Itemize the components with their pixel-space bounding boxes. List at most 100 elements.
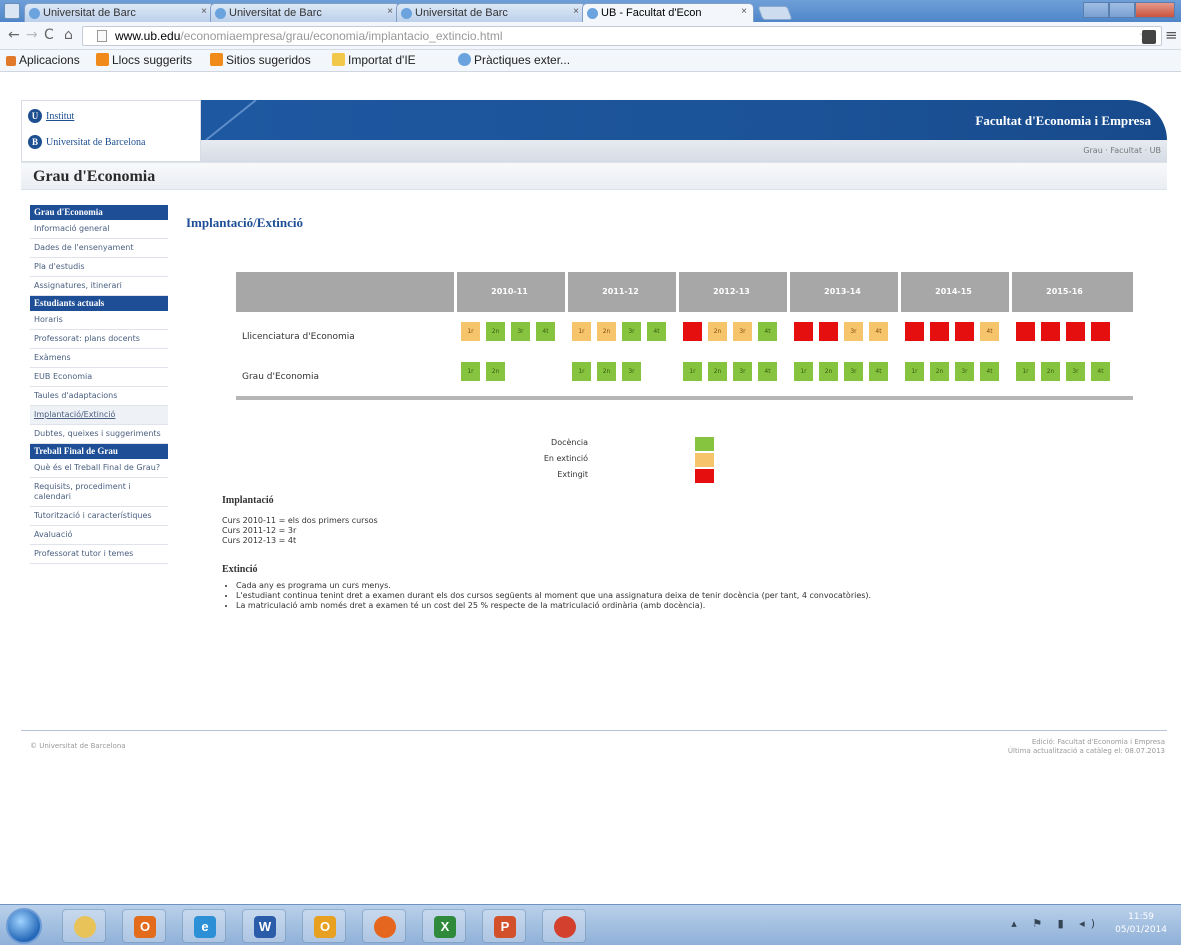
status-cell: 3r [844,322,863,341]
bookmark-label: Importat d'IE [348,53,416,67]
taskbar-app-button[interactable]: e [182,909,226,943]
legend-label: Docència [551,438,588,447]
legend-swatch [695,469,714,483]
faculty-title[interactable]: Facultat d'Economia i Empresa [975,113,1151,129]
clock[interactable]: 11:59 05/01/2014 [1115,911,1167,937]
sidebar-item[interactable]: EUB Economia [30,368,168,387]
address-bar[interactable]: www.ub.edu/economiaempresa/grau/economia… [82,26,1162,46]
header-links[interactable]: Grau · Facultat · UB [1083,146,1161,155]
close-window-button[interactable] [1135,2,1175,18]
browser-tab-active[interactable]: UB - Facultat d'Econ × [582,3,754,22]
legend-swatch [695,437,714,451]
sidebar-item[interactable]: Exàmens [30,349,168,368]
bookmark-llocs-suggerits[interactable]: Llocs suggerits [96,53,192,67]
status-cell: 4t [758,322,777,341]
folder-icon [332,53,345,66]
taskbar-app-button[interactable]: P [482,909,526,943]
bookmark-apps[interactable]: Aplicacions [6,53,80,67]
close-tab-icon[interactable]: × [201,6,207,17]
sidebar-item[interactable]: Requisits, procediment i calendari [30,478,168,507]
explorer-icon [74,916,96,938]
status-cell [905,322,924,341]
browser-tab-bar: Universitat de Barc × Universitat de Bar… [0,0,1181,22]
clock-time: 11:59 [1128,912,1155,922]
taskbar-app-button[interactable]: O [122,909,166,943]
sidebar-item[interactable]: Informació general [30,220,168,239]
sidebar-item[interactable]: Avaluació [30,526,168,545]
page-title: Grau d'Economia [33,168,156,185]
browser-tab[interactable]: Universitat de Barc × [210,3,400,22]
footer-copyright[interactable]: © Universitat de Barcelona [30,742,126,750]
window-controls [1083,2,1175,18]
start-button[interactable] [6,908,42,944]
sidebar-heading[interactable]: Treball Final de Grau [30,444,168,459]
ub-favicon-icon [458,53,471,66]
bookmark-label: Aplicacions [19,53,80,67]
status-cell: 4t [869,362,888,381]
back-icon[interactable]: ← [8,27,20,43]
status-cell: 1r [461,362,480,381]
close-tab-icon[interactable]: × [573,6,579,17]
sidebar-item[interactable]: Assignatures, itinerari [30,277,168,296]
sidebar-item[interactable]: Professorat tutor i temes [30,545,168,564]
browser-tab[interactable]: Universitat de Barc × [396,3,586,22]
status-cell: 1r [572,322,591,341]
status-cell: 3r [622,322,641,341]
browser-menu-icon[interactable]: ≡ [1165,26,1178,44]
status-cell [1091,322,1110,341]
status-cell: 3r [622,362,641,381]
sidebar-item-current[interactable]: Implantació/Extinció [30,406,168,425]
taskbar-app-button[interactable]: W [242,909,286,943]
reload-icon[interactable]: C [44,27,54,43]
status-cell: 2n [486,322,505,341]
extension-icon[interactable] [1142,30,1156,44]
footer-info: Edició: Facultat d'Economia i Empresa Úl… [1008,738,1165,756]
bookmark-folder-icon [210,53,223,66]
ub-favicon-icon [215,8,226,19]
sidebar-item[interactable]: Professorat: plans docents [30,330,168,349]
taskbar-app-button[interactable]: O [302,909,346,943]
sidebar-heading[interactable]: Estudiants actuals [30,296,168,311]
year-column-header: 2013-14 [787,272,895,312]
legend-swatch [695,453,714,467]
powerpoint-icon: P [494,916,516,938]
bookmark-practiques[interactable]: Pràctiques exter... [458,53,570,67]
close-tab-icon[interactable]: × [387,6,393,17]
forward-icon[interactable]: → [26,27,38,43]
taskbar-app-button[interactable] [62,909,106,943]
extincio-list: Cada any es programa un curs menys. L'es… [236,581,871,611]
window-menu-icon[interactable] [4,3,20,19]
new-tab-button[interactable] [757,6,793,20]
minimize-button[interactable] [1083,2,1109,18]
sidebar-item[interactable]: Dades de l'ensenyament [30,239,168,258]
sidebar-heading[interactable]: Grau d'Economia [30,205,168,220]
ub-logo[interactable]: U Institut B Universitat de Barcelona [21,100,201,162]
grid-bottom-rule [236,396,1133,400]
status-cell: 3r [733,322,752,341]
bookmark-importat-ie[interactable]: Importat d'IE [332,53,416,67]
status-cell: 1r [794,362,813,381]
taskbar-app-button[interactable] [542,909,586,943]
sidebar-item[interactable]: Pla d'estudis [30,258,168,277]
sidebar-item[interactable]: Dubtes, queixes i suggeriments [30,425,168,444]
year-column-header: 2011-12 [565,272,673,312]
taskbar-app-button[interactable] [362,909,406,943]
list-item: L'estudiant continua tenint dret a exame… [236,591,871,601]
outlook2-icon: O [314,916,336,938]
sidebar-item[interactable]: Taules d'adaptacions [30,387,168,406]
status-cell [683,322,702,341]
sidebar-item[interactable]: Què és el Treball Final de Grau? [30,459,168,478]
row-label: Grau d'Economia [242,372,320,382]
browser-tab[interactable]: Universitat de Barc × [24,3,214,22]
sidebar-item[interactable]: Tutorització i característiques [30,507,168,526]
bookmark-sitios-sugeridos[interactable]: Sitios sugeridos [210,53,311,67]
tab-label: Universitat de Barc [415,7,508,19]
taskbar-app-button[interactable]: X [422,909,466,943]
home-icon[interactable]: ⌂ [64,27,73,43]
status-cell: 1r [572,362,591,381]
system-tray[interactable]: ▴ ⚑ ▮ ◂) [1011,917,1101,930]
maximize-button[interactable] [1109,2,1135,18]
apps-grid-icon [6,56,16,66]
close-tab-icon[interactable]: × [741,6,747,17]
sidebar-item[interactable]: Horaris [30,311,168,330]
